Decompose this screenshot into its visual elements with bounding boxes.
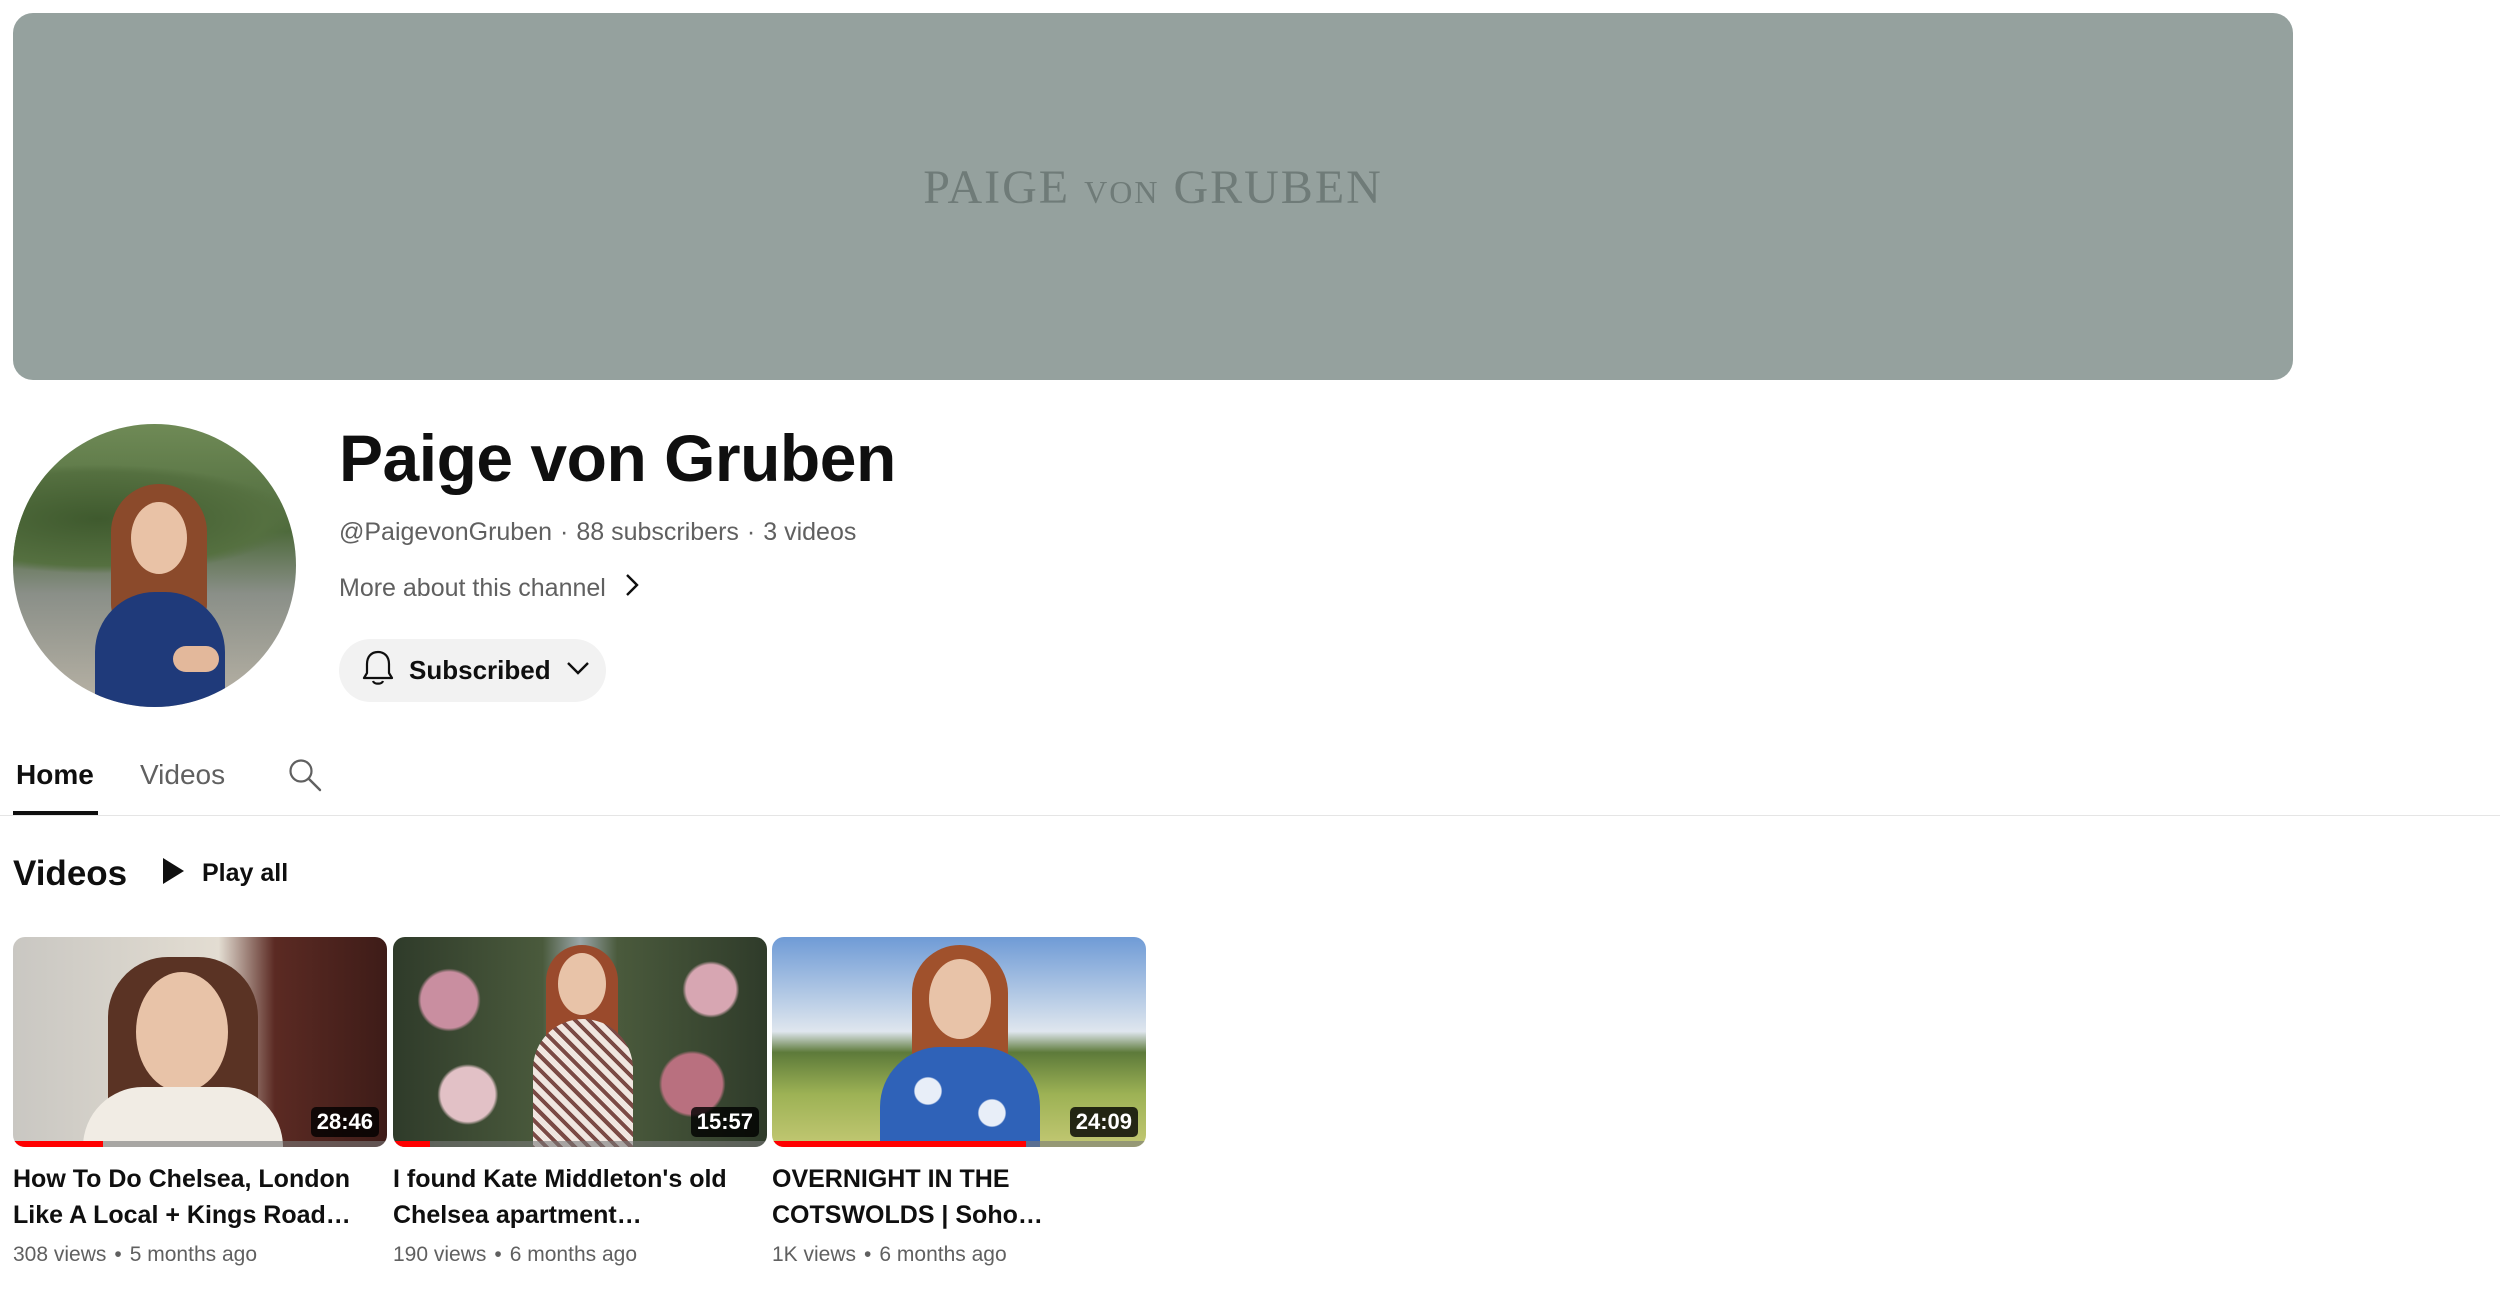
video-title-line: How To Do Chelsea, London xyxy=(13,1165,351,1193)
tab-home[interactable]: Home xyxy=(16,759,94,791)
banner-logo-mid: VON xyxy=(1084,174,1160,210)
video-card[interactable]: 28:46 How To Do Chelsea, London Like A L… xyxy=(13,937,387,1267)
subscribed-label: Subscribed xyxy=(409,655,551,685)
video-title[interactable]: I found Kate Middleton's old Chelsea apa… xyxy=(393,1161,753,1233)
banner-logo-right: GRUBEN xyxy=(1173,161,1383,214)
banner-logo: PAIGE VON GRUBEN xyxy=(923,160,1383,215)
video-age: 6 months ago xyxy=(879,1243,1007,1266)
watch-progress xyxy=(393,1141,431,1147)
chevron-down-icon xyxy=(565,660,591,681)
tab-home-underline xyxy=(13,811,98,815)
channel-meta: @PaigevonGruben · 88 subscribers · 3 videos xyxy=(339,518,856,547)
video-title[interactable]: OVERNIGHT IN THE COTSWOLDS | Soho… xyxy=(772,1161,1132,1233)
video-meta: 1K views • 6 months ago xyxy=(772,1243,1007,1266)
video-card[interactable]: 15:57 I found Kate Middleton's old Chels… xyxy=(393,937,767,1267)
video-age: 5 months ago xyxy=(129,1243,258,1266)
video-thumbnail[interactable]: 15:57 xyxy=(393,937,767,1147)
play-all-label: Play all xyxy=(202,859,289,887)
video-age: 6 months ago xyxy=(509,1243,638,1266)
more-about-channel-link[interactable]: More about this channel xyxy=(339,572,640,605)
meta-separator: · xyxy=(746,518,756,546)
banner-logo-left: PAIGE xyxy=(923,161,1071,214)
meta-separator: · xyxy=(560,518,569,546)
play-icon xyxy=(160,856,186,891)
video-views: 1K views xyxy=(772,1243,857,1266)
video-thumbnail[interactable]: 28:46 xyxy=(13,937,387,1147)
video-card[interactable]: 24:09 OVERNIGHT IN THE COTSWOLDS | Soho…… xyxy=(772,937,1146,1267)
watch-progress xyxy=(13,1141,103,1147)
video-meta: 308 views • 5 months ago xyxy=(13,1243,258,1266)
subscribed-button[interactable]: Subscribed xyxy=(339,639,606,702)
channel-name: Paige von Gruben xyxy=(339,421,896,495)
chevron-right-icon xyxy=(624,572,640,605)
video-thumbnail[interactable]: 24:09 xyxy=(772,937,1146,1147)
video-views: 190 views xyxy=(393,1243,487,1266)
search-icon[interactable] xyxy=(287,757,323,798)
video-views: 308 views xyxy=(13,1243,107,1266)
video-title-line: OVERNIGHT IN THE xyxy=(772,1165,1010,1193)
section-title: Videos xyxy=(13,854,128,893)
video-title-line: Like A Local + Kings Road… xyxy=(13,1201,351,1229)
tab-videos[interactable]: Videos xyxy=(140,759,225,791)
watch-progress xyxy=(772,1141,1027,1147)
play-all-button[interactable]: Play all xyxy=(160,856,288,891)
subscriber-count: 88 subscribers xyxy=(576,518,739,546)
bell-icon xyxy=(361,649,395,692)
channel-avatar[interactable] xyxy=(13,424,296,707)
video-title-line: COTSWOLDS | Soho… xyxy=(772,1201,1043,1229)
video-duration: 28:46 xyxy=(310,1107,379,1137)
video-duration: 15:57 xyxy=(690,1107,759,1137)
channel-handle: @PaigevonGruben xyxy=(339,518,553,546)
channel-tabs: Home Videos xyxy=(0,745,2500,816)
more-about-label: More about this channel xyxy=(339,574,606,602)
video-meta: 190 views • 6 months ago xyxy=(393,1243,638,1266)
video-title-line: Chelsea apartment… xyxy=(393,1201,642,1229)
video-title-line: I found Kate Middleton's old xyxy=(393,1165,727,1193)
channel-banner: PAIGE VON GRUBEN xyxy=(13,13,2293,380)
video-duration: 24:09 xyxy=(1069,1107,1138,1137)
video-count: 3 videos xyxy=(763,518,857,546)
video-title[interactable]: How To Do Chelsea, London Like A Local +… xyxy=(13,1161,373,1233)
